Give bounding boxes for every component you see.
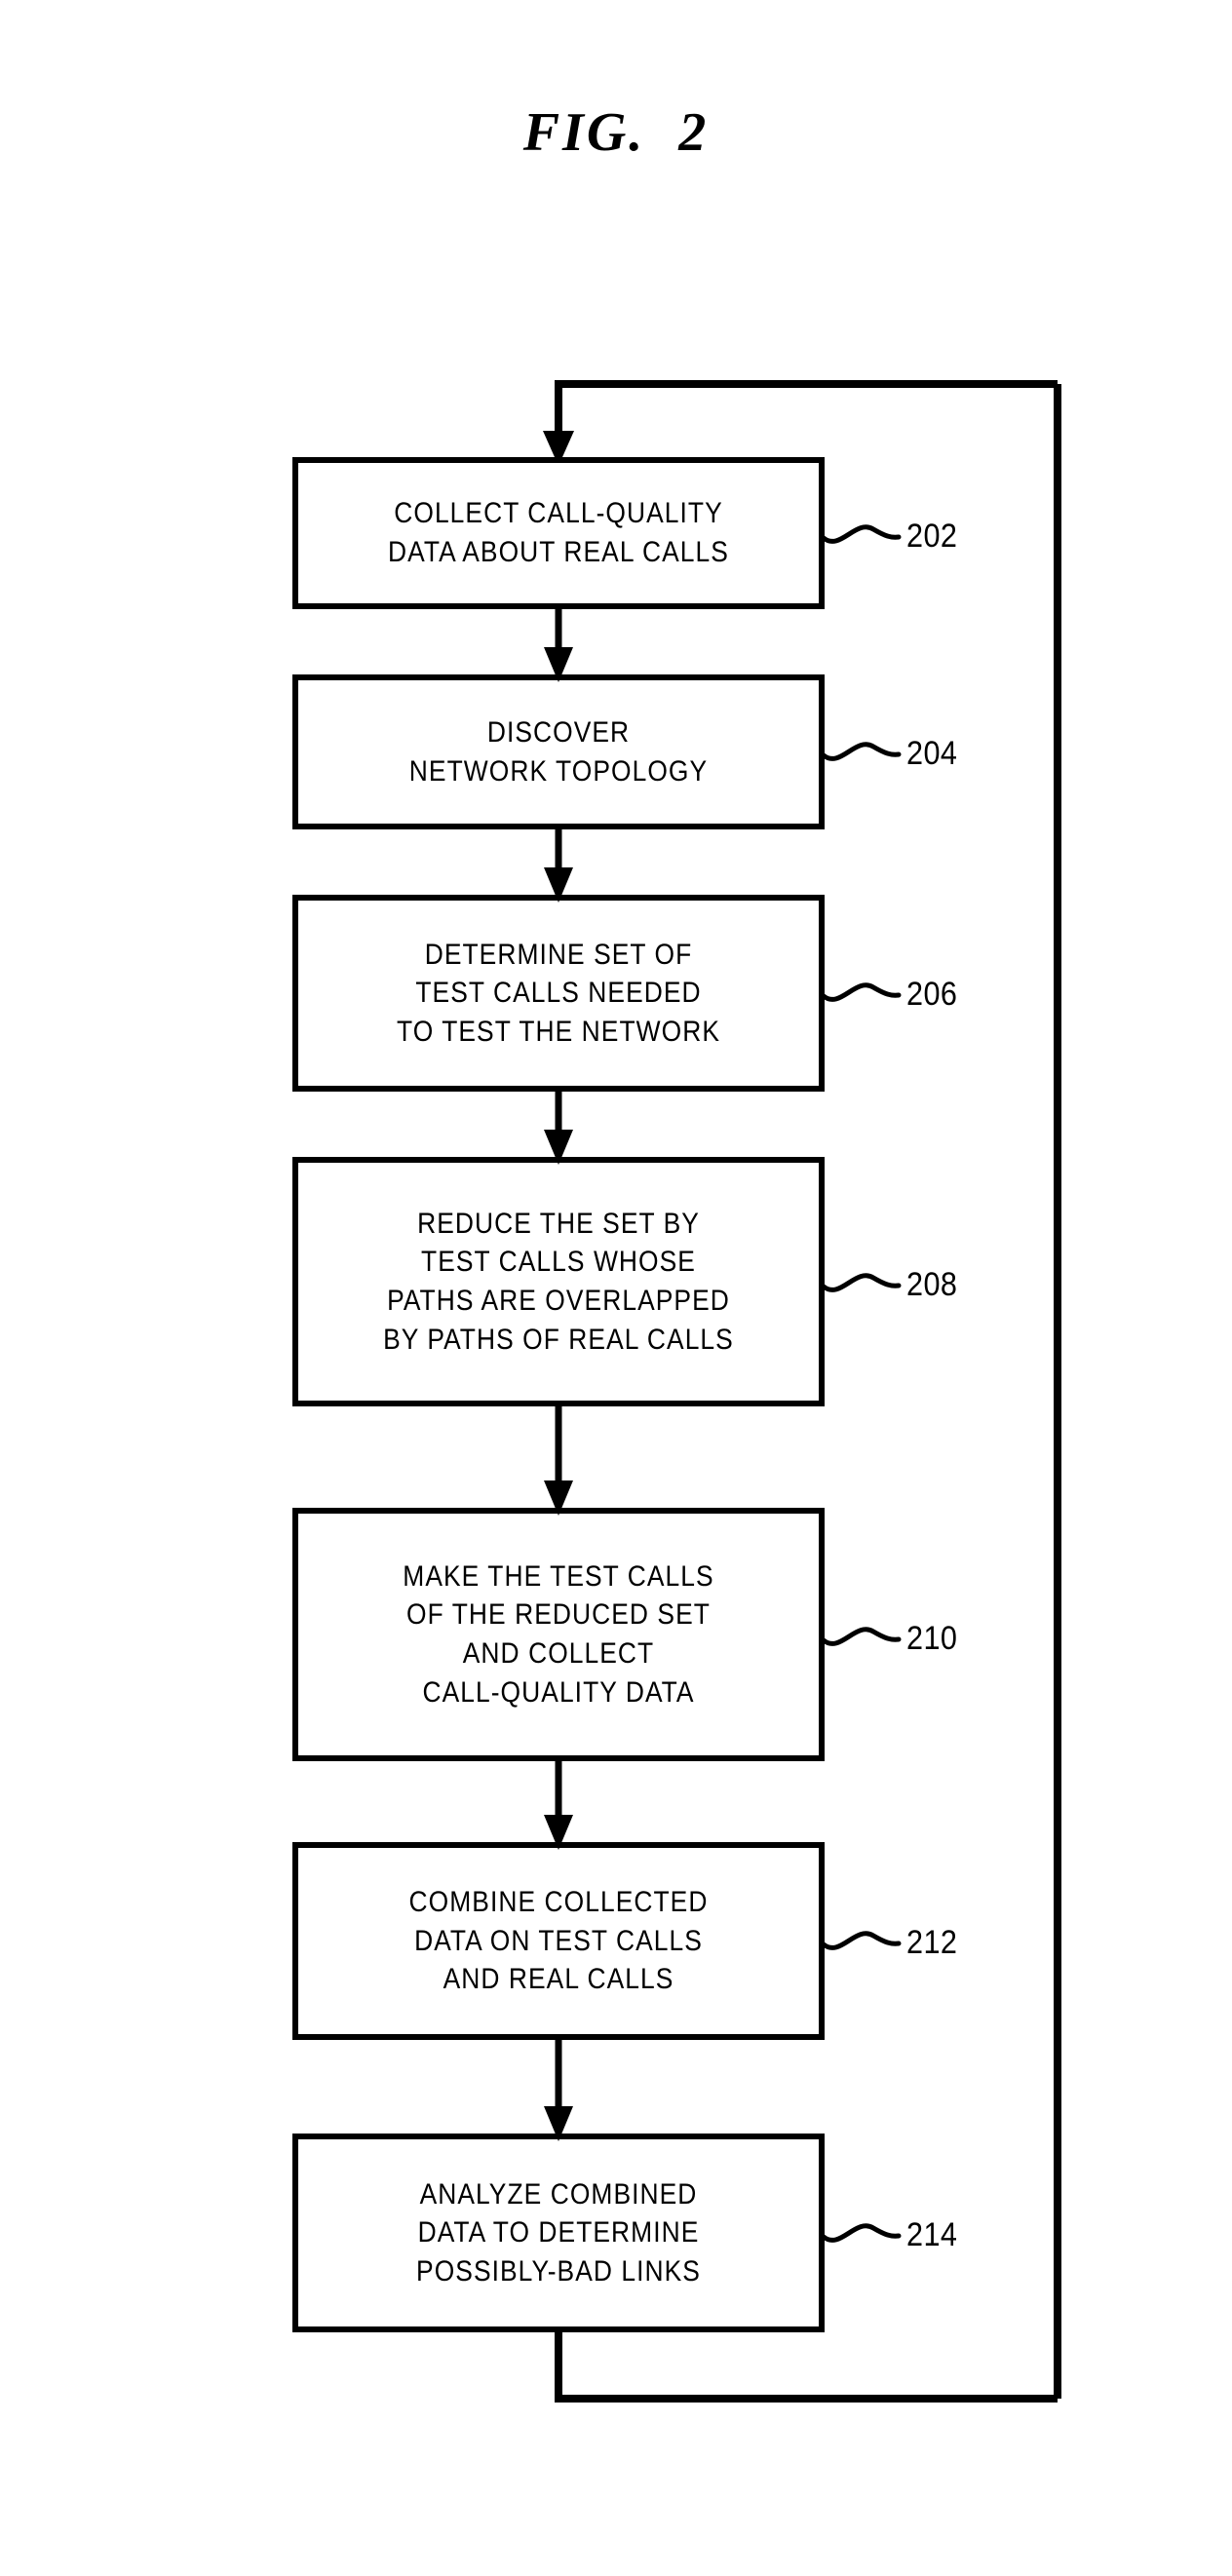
box-210-line-4: CALL-QUALITY DATA — [422, 1675, 695, 1709]
reference-numeral-202: 202 — [906, 518, 958, 555]
box-210-line-2: OF THE REDUCED SET — [406, 1598, 711, 1632]
feedback-loop-bottom — [555, 2329, 1058, 2403]
process-box-206-text: DETERMINE SET OF TEST CALLS NEEDED TO TE… — [327, 898, 789, 1089]
box-208-line-1: REDUCE THE SET BY — [417, 1207, 700, 1240]
box-214-line-2: DATA TO DETERMINE — [417, 2216, 700, 2249]
reference-numeral-208: 208 — [906, 1266, 958, 1303]
box-206-line-1: DETERMINE SET OF — [424, 938, 693, 971]
connector-202-204 — [544, 606, 573, 682]
box-206-line-3: TO TEST THE NETWORK — [396, 1015, 721, 1048]
box-204-line-1: DISCOVER — [486, 715, 631, 749]
figure-page: FIG. 2 COLLECT CALL-QUALITY DATA ABOUT R… — [0, 0, 1232, 2576]
reference-numeral-204: 204 — [906, 735, 958, 772]
box-210-line-1: MAKE THE TEST CALLS — [403, 1559, 714, 1593]
lead-line-212 — [821, 1931, 902, 1950]
box-204-line-2: NETWORK TOPOLOGY — [408, 754, 709, 788]
lead-line-204 — [821, 742, 902, 761]
lead-line-202 — [821, 524, 902, 544]
connector-206-208 — [544, 1089, 573, 1165]
lead-line-208 — [821, 1273, 902, 1292]
lead-line-206 — [821, 982, 902, 1002]
box-202-line-2: DATA ABOUT REAL CALLS — [388, 536, 729, 568]
box-208-line-3: PATHS ARE OVERLAPPED — [387, 1285, 730, 1317]
process-box-202-text: COLLECT CALL-QUALITY DATA ABOUT REAL CAL… — [327, 460, 789, 606]
connector-210-212 — [544, 1758, 573, 1850]
lead-line-210 — [821, 1627, 902, 1646]
box-210-line-3: AND COLLECT — [462, 1637, 655, 1670]
connector-208-210 — [544, 1403, 573, 1516]
lead-line-214 — [821, 2223, 902, 2243]
process-box-214-text: ANALYZE COMBINED DATA TO DETERMINE POSSI… — [327, 2136, 789, 2329]
box-212-line-3: AND REAL CALLS — [443, 1963, 674, 1996]
process-box-208-text: REDUCE THE SET BY TEST CALLS WHOSE PATHS… — [327, 1160, 789, 1403]
box-214-line-3: POSSIBLY-BAD LINKS — [416, 2254, 701, 2288]
box-202-line-1: COLLECT CALL-QUALITY — [394, 497, 723, 530]
connector-204-206 — [544, 827, 573, 903]
box-212-line-1: COMBINE COLLECTED — [408, 1886, 709, 1919]
connector-212-214 — [544, 2037, 573, 2141]
reference-numeral-214: 214 — [906, 2216, 958, 2253]
process-box-204-text: DISCOVER NETWORK TOPOLOGY — [327, 677, 789, 827]
box-206-line-2: TEST CALLS NEEDED — [415, 977, 702, 1010]
box-208-line-2: TEST CALLS WHOSE — [421, 1246, 696, 1279]
box-208-line-4: BY PATHS OF REAL CALLS — [383, 1323, 734, 1356]
reference-numeral-210: 210 — [906, 1620, 958, 1657]
reference-numeral-206: 206 — [906, 976, 958, 1013]
process-box-210-text: MAKE THE TEST CALLS OF THE REDUCED SET A… — [327, 1511, 789, 1758]
feedback-loop-top — [555, 380, 1058, 441]
reference-numeral-212: 212 — [906, 1924, 958, 1961]
process-box-212-text: COMBINE COLLECTED DATA ON TEST CALLS AND… — [327, 1845, 789, 2037]
box-214-line-1: ANALYZE COMBINED — [419, 2177, 698, 2211]
box-212-line-2: DATA ON TEST CALLS — [414, 1924, 703, 1957]
